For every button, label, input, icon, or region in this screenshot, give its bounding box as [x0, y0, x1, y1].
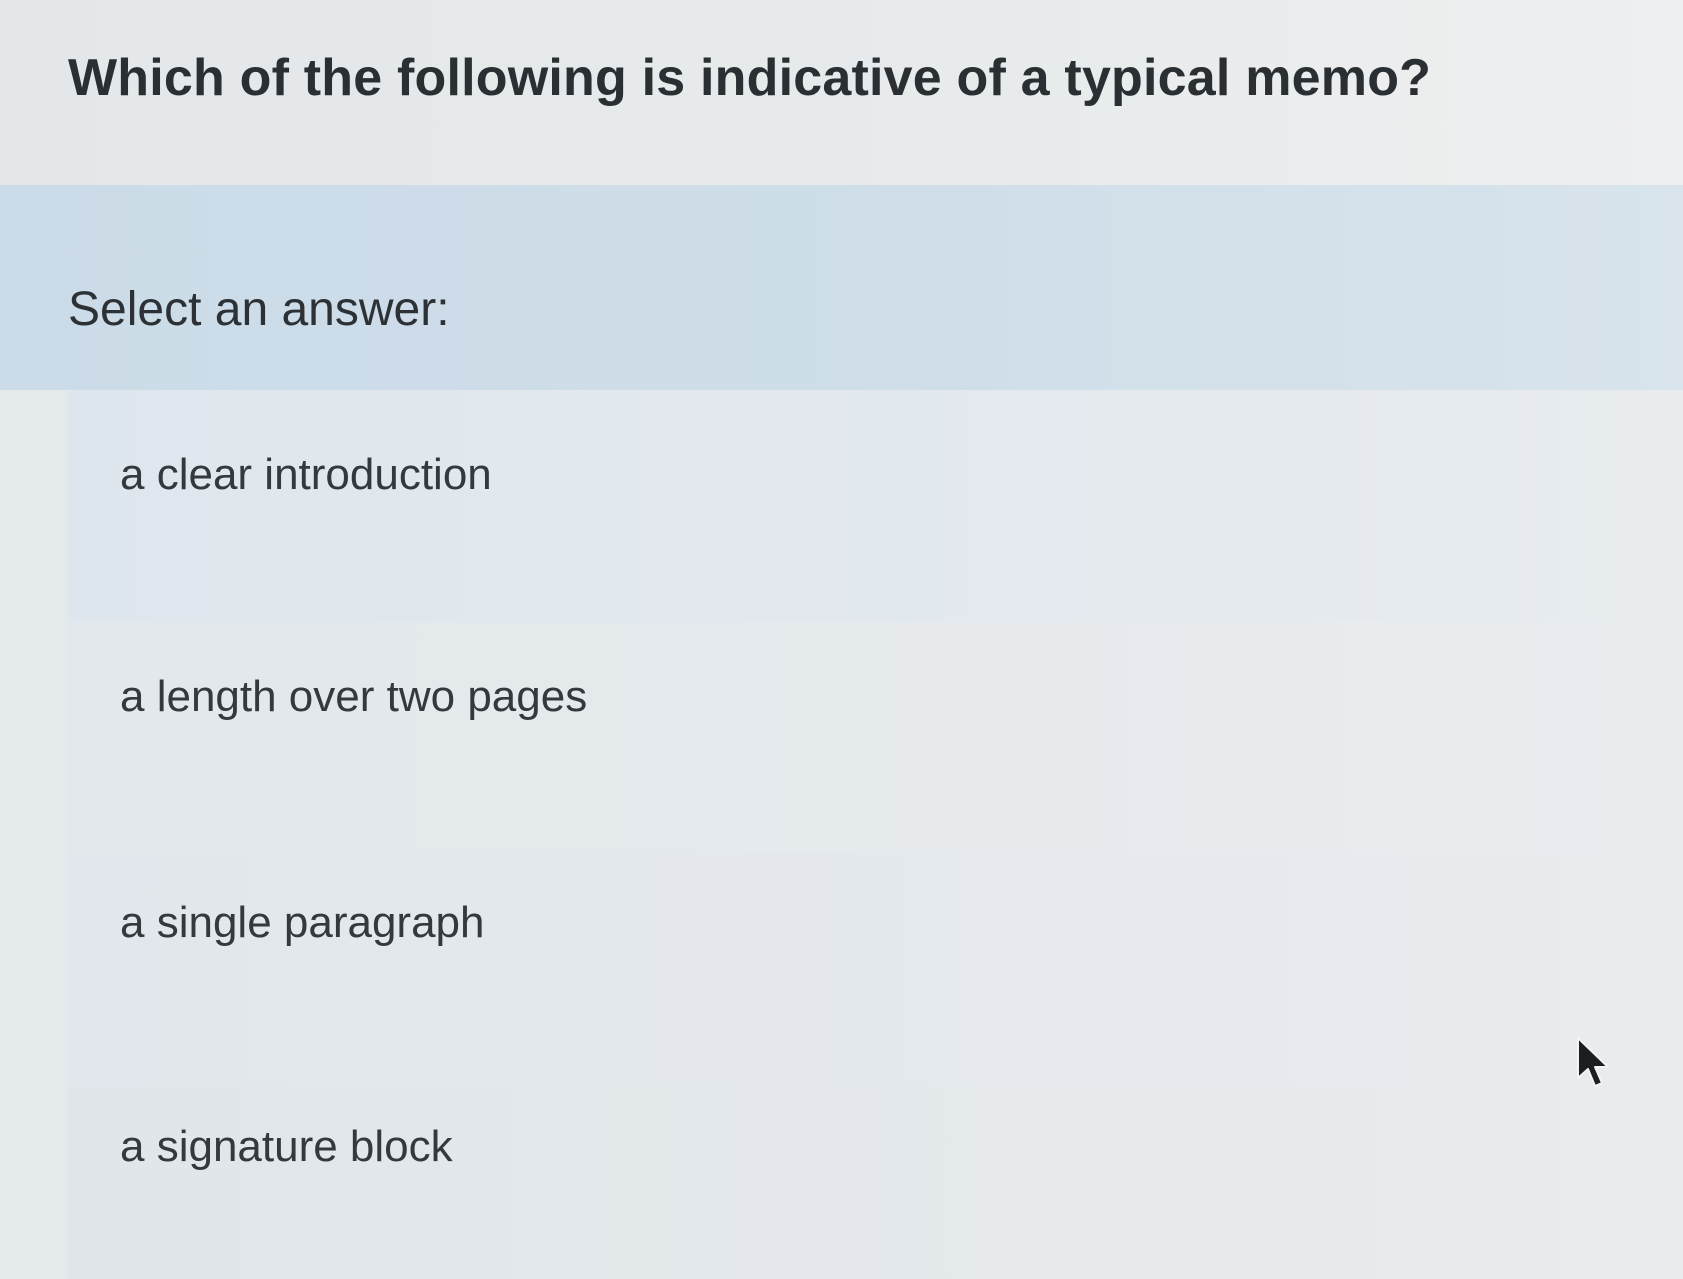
answer-option-1[interactable]: a clear introduction — [68, 390, 1683, 622]
answer-option-label: a clear introduction — [120, 450, 492, 499]
answer-option-3[interactable]: a single paragraph — [68, 854, 1683, 1086]
quiz-screen: Which of the following is indicative of … — [0, 0, 1683, 1279]
question-text: Which of the following is indicative of … — [68, 49, 1432, 107]
answer-option-label: a length over two pages — [120, 672, 588, 721]
question-area: Which of the following is indicative of … — [0, 0, 1683, 185]
answer-option-2[interactable]: a length over two pages — [68, 622, 1683, 854]
answer-option-label: a signature block — [120, 1122, 453, 1171]
answer-options: a clear introduction a length over two p… — [0, 390, 1683, 1279]
answer-option-label: a single paragraph — [120, 898, 485, 947]
mouse-pointer-icon — [1577, 1037, 1609, 1087]
answer-prompt-label: Select an answer: — [68, 283, 450, 336]
answer-option-4[interactable]: a signature block — [68, 1086, 1683, 1279]
